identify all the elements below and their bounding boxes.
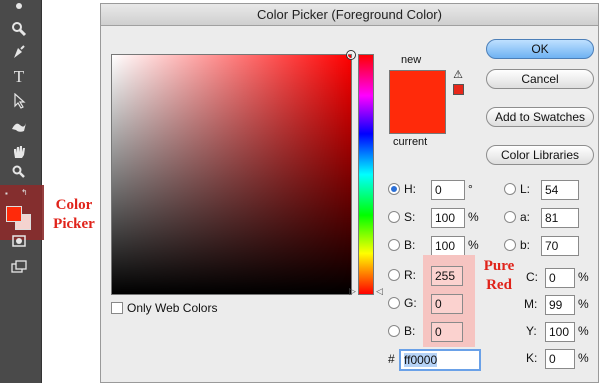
hue-slider-right-arrow-icon[interactable]: ◁	[376, 287, 383, 296]
cyan-field[interactable]: 0	[545, 268, 575, 288]
blue-field[interactable]: 0	[431, 322, 463, 342]
path-select-icon[interactable]	[8, 90, 30, 112]
only-web-colors-label: Only Web Colors	[127, 301, 218, 315]
saturation-radio[interactable]	[388, 211, 400, 223]
lab-a-radio[interactable]	[504, 211, 516, 223]
annotation-color-picker: Color Picker	[53, 197, 95, 232]
blue-radio[interactable]	[388, 325, 400, 337]
screen-mode-icon[interactable]	[8, 257, 30, 279]
pen-icon[interactable]	[8, 42, 30, 64]
zoom-icon[interactable]	[8, 18, 30, 40]
red-label: R:	[404, 268, 416, 282]
green-field[interactable]: 0	[431, 294, 463, 314]
foreground-color-swatch[interactable]	[6, 206, 22, 222]
magenta-label: M:	[524, 297, 538, 311]
saturation-field[interactable]: 100	[431, 208, 465, 228]
red-field[interactable]: 255	[431, 266, 463, 286]
color-field-marker[interactable]	[346, 50, 356, 60]
lightness-field[interactable]: 54	[541, 180, 579, 200]
black-label: K:	[526, 351, 538, 365]
yellow-field[interactable]: 100	[545, 322, 575, 342]
hue-radio[interactable]	[388, 183, 400, 195]
black-field[interactable]: 0	[545, 349, 575, 369]
hex-value: ff0000	[404, 353, 438, 367]
only-web-colors-checkbox[interactable]	[111, 302, 123, 314]
hue-unit: °	[468, 182, 473, 196]
saturation-label: S:	[404, 210, 416, 224]
red-radio[interactable]	[388, 269, 400, 281]
add-to-swatches-button[interactable]: Add to Swatches	[486, 107, 594, 127]
annotation-pure-red: Pure Red	[483, 258, 515, 293]
current-color-label: current	[393, 136, 428, 148]
green-radio[interactable]	[388, 297, 400, 309]
new-color-swatch	[389, 70, 446, 103]
color-picker-dialog: Color Picker (Foreground Color) ▷ ◁ new …	[100, 3, 599, 383]
saturation-brightness-field[interactable]	[111, 50, 356, 295]
new-color-label: new	[401, 54, 422, 66]
green-label: G:	[404, 296, 417, 310]
lab-a-label: a:	[520, 210, 531, 224]
brightness-label: B:	[404, 238, 416, 252]
hue-slider-left-arrow-icon[interactable]: ▷	[349, 287, 356, 296]
ok-button[interactable]: OK	[486, 39, 594, 59]
hue-slider[interactable]	[358, 54, 374, 295]
hue-label: H:	[404, 182, 416, 196]
lab-b-field[interactable]: 70	[541, 236, 579, 256]
hex-hash-label: #	[388, 352, 395, 366]
swap-colors-icon[interactable]: ↰	[21, 188, 28, 197]
yellow-label: Y:	[526, 324, 537, 338]
lab-b-radio[interactable]	[504, 239, 516, 251]
dialog-title: Color Picker (Foreground Color)	[101, 4, 598, 26]
magenta-field[interactable]: 99	[545, 295, 575, 315]
hex-field[interactable]: ff0000	[399, 349, 481, 371]
current-color-swatch[interactable]	[389, 103, 446, 134]
color-libraries-button[interactable]: Color Libraries	[486, 145, 594, 165]
blue-label: B:	[404, 324, 416, 338]
quick-mask-icon[interactable]	[8, 232, 30, 254]
shape-icon[interactable]	[8, 116, 30, 138]
hue-field[interactable]: 0	[431, 180, 465, 200]
brightness-radio[interactable]	[388, 239, 400, 251]
lab-a-field[interactable]: 81	[541, 208, 579, 228]
zoom-icon[interactable]	[8, 162, 30, 184]
black-unit: %	[578, 351, 589, 365]
tools-panel: T ▪ ↰	[0, 0, 44, 383]
saturation-unit: %	[468, 210, 479, 224]
yellow-unit: %	[578, 324, 589, 338]
cancel-button[interactable]: Cancel	[486, 69, 594, 89]
brightness-field[interactable]: 100	[431, 236, 465, 256]
hand-icon[interactable]	[8, 141, 30, 163]
brightness-unit: %	[468, 238, 479, 252]
type-icon[interactable]: T	[8, 66, 30, 88]
cyan-label: C:	[526, 270, 538, 284]
lab-b-label: b:	[520, 238, 531, 252]
lightness-radio[interactable]	[504, 183, 516, 195]
lightness-label: L:	[520, 182, 531, 196]
magenta-unit: %	[578, 297, 589, 311]
gamut-warning-icon[interactable]: ⚠	[451, 69, 465, 81]
gamut-correction-swatch[interactable]	[453, 84, 464, 95]
default-colors-icon[interactable]: ▪	[5, 189, 8, 198]
cyan-unit: %	[578, 270, 589, 284]
